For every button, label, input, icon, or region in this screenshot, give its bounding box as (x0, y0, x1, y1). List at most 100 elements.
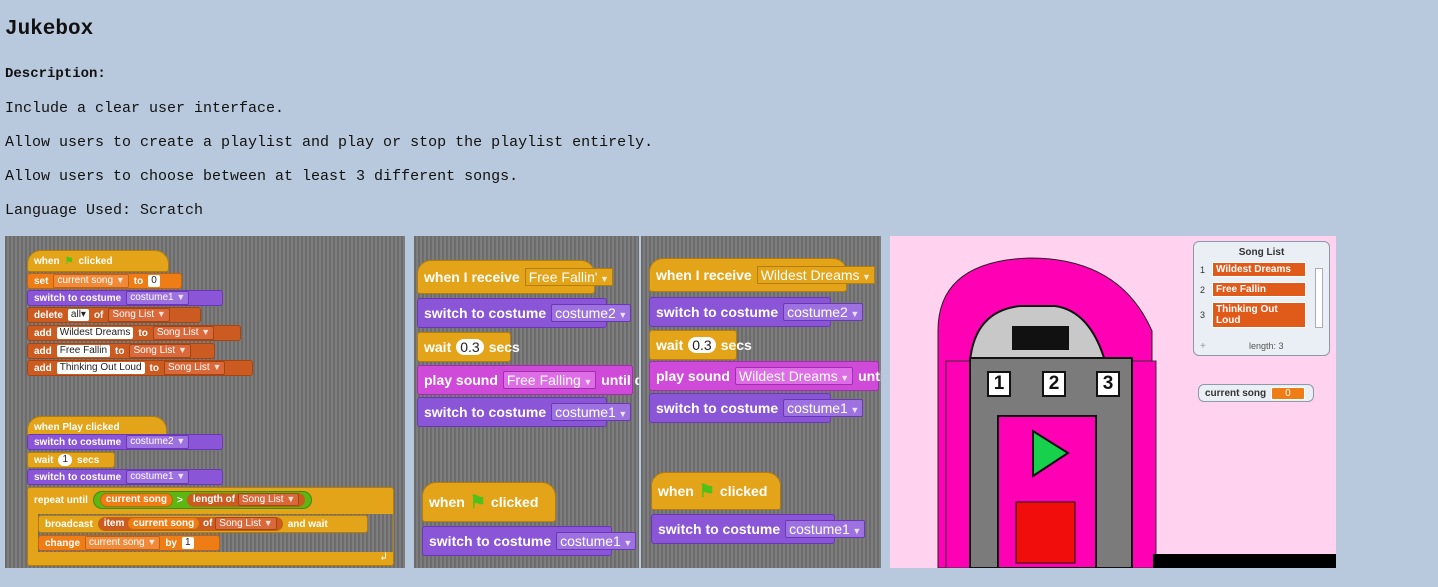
wait-block[interactable]: wait 0.3 secs (649, 330, 752, 360)
switch-costume-block[interactable]: switch to costume costume1 ▼ (27, 290, 223, 306)
variable-dropdown[interactable]: current song ▼ (85, 536, 161, 550)
when-label: when (658, 483, 694, 499)
add-to-list-block-2[interactable]: add Free Fallin to Song List ▼ (27, 343, 215, 359)
greater-than-operator[interactable]: current song > length of Song List ▼ (92, 491, 313, 509)
switch-label: switch to costume (424, 404, 547, 420)
monitor-label: current song (1205, 387, 1267, 399)
stage-shadow (1153, 554, 1336, 568)
switch-costume-block[interactable]: switch to costume costume1 ▼ (422, 526, 637, 556)
switch-costume-block[interactable]: switch to costume costume1 ▼ (27, 469, 223, 485)
to-label: to (133, 275, 144, 287)
play-sound-label: play sound (424, 372, 498, 388)
wait-block[interactable]: wait 0.3 secs (417, 332, 520, 362)
add-item-icon[interactable]: + (1200, 341, 1206, 352)
costume-dropdown[interactable]: costume1 ▼ (551, 402, 632, 422)
length-of-reporter[interactable]: length of Song List ▼ (186, 493, 306, 507)
message-dropdown[interactable]: Wildest Dreams ▼ (756, 265, 875, 285)
until-done-label: until done (858, 368, 881, 384)
switch-label: switch to costume (34, 436, 122, 448)
repeat-label: repeat until (34, 494, 88, 506)
list-dropdown[interactable]: Song List ▼ (108, 308, 170, 322)
when-i-receive-hat[interactable]: when I receive Wildest Dreams ▼ (649, 258, 875, 292)
change-label: change (45, 537, 81, 549)
item-input[interactable]: Thinking Out Loud (56, 362, 145, 374)
list-item[interactable]: 3 Thinking Out Loud (1200, 302, 1320, 332)
secs-label: secs (720, 337, 752, 353)
seconds-input[interactable]: 0.3 (456, 338, 484, 356)
clicked-label: clicked (719, 483, 768, 499)
when-i-receive-hat[interactable]: when I receive Free Fallin' ▼ (417, 260, 613, 294)
add-to-list-block-3[interactable]: add Thinking Out Loud to Song List ▼ (27, 360, 253, 376)
song-button-2[interactable]: 2 (1042, 371, 1066, 397)
page-title: Jukebox (5, 18, 94, 41)
delete-dropdown[interactable]: all▾ (67, 309, 89, 321)
add-label: add (34, 345, 52, 357)
costume-dropdown[interactable]: costume1 ▼ (785, 519, 866, 539)
switch-label: switch to costume (34, 471, 122, 483)
switch-costume-block[interactable]: switch to costume costume2 ▼ (649, 297, 864, 327)
value-input[interactable]: 0 (148, 275, 160, 287)
play-sound-until-done-block[interactable]: play sound Free Falling ▼ until done (417, 365, 639, 395)
to-label: to (115, 345, 125, 357)
switch-costume-block[interactable]: switch to costume costume1 ▼ (651, 514, 866, 544)
list-scrollbar[interactable] (1315, 268, 1323, 328)
switch-costume-block[interactable]: switch to costume costume2 ▼ (27, 434, 223, 450)
song-button-3[interactable]: 3 (1096, 371, 1120, 397)
costume-dropdown[interactable]: costume1 ▼ (556, 531, 637, 551)
costume-dropdown[interactable]: costume2 ▼ (126, 435, 190, 449)
item-input[interactable]: Wildest Dreams (56, 327, 134, 339)
when-i-receive-label: when I receive (424, 269, 520, 285)
script-panel-main: when ⚑ clicked set current song ▼ to 0 s… (5, 236, 405, 568)
item-input[interactable]: Free Fallin (56, 345, 111, 357)
seconds-input[interactable]: 0.3 (688, 336, 716, 354)
set-variable-block[interactable]: set current song ▼ to 0 (27, 273, 182, 289)
switch-costume-block[interactable]: switch to costume costume1 ▼ (649, 393, 864, 423)
monitor-value: 0 (1271, 386, 1305, 400)
list-item[interactable]: 1 Wildest Dreams (1200, 262, 1320, 280)
list-dropdown[interactable]: Song List ▼ (152, 326, 215, 340)
wait-block[interactable]: wait 1 secs (27, 452, 115, 468)
broadcast-and-wait-block[interactable]: broadcast item current song of Song List… (38, 515, 368, 533)
delete-list-block[interactable]: delete all▾ of Song List ▼ (27, 307, 201, 323)
greater-than-symbol: > (177, 494, 183, 506)
change-variable-block[interactable]: change current song ▼ by 1 (38, 535, 220, 551)
sound-dropdown[interactable]: Wildest Dreams ▼ (734, 366, 854, 386)
when-flag-clicked-hat[interactable]: when ⚑ clicked (422, 482, 556, 522)
switch-costume-block[interactable]: switch to costume costume1 ▼ (417, 397, 632, 427)
variable-dropdown[interactable]: current song ▼ (53, 274, 129, 288)
add-to-list-block-1[interactable]: add Wildest Dreams to Song List ▼ (27, 325, 241, 341)
list-dropdown[interactable]: Song List ▼ (129, 344, 191, 358)
and-wait-label: and wait (287, 518, 328, 530)
description-line-1: Include a clear user interface. (5, 100, 285, 117)
list-item[interactable]: 2 Free Fallin (1200, 282, 1320, 300)
list-dropdown[interactable]: Song List ▼ (163, 361, 226, 375)
current-song-reporter[interactable]: current song (99, 493, 174, 507)
sound-dropdown[interactable]: Free Falling ▼ (502, 370, 597, 390)
current-song-monitor[interactable]: current song 0 (1198, 384, 1314, 402)
value-input[interactable]: 1 (181, 537, 194, 549)
to-label: to (138, 327, 148, 339)
costume-dropdown[interactable]: costume1 ▼ (783, 398, 864, 418)
switch-label: switch to costume (656, 304, 779, 320)
when-play-clicked-label: when Play clicked (34, 421, 120, 433)
switch-costume-block[interactable]: switch to costume costume2 ▼ (417, 298, 632, 328)
costume-dropdown[interactable]: costume2 ▼ (551, 303, 632, 323)
switch-label: switch to costume (658, 521, 781, 537)
song-button-1[interactable]: 1 (987, 371, 1011, 397)
message-dropdown[interactable]: Free Fallin' ▼ (524, 267, 613, 287)
when-flag-clicked-hat[interactable]: when ⚑ clicked (651, 472, 781, 510)
when-flag-clicked-hat[interactable]: when ⚑ clicked (27, 250, 169, 272)
costume-dropdown[interactable]: costume1 ▼ (126, 470, 190, 484)
list-title: Song List (1238, 247, 1285, 258)
stage[interactable]: 1 2 3 Song List 1 Wildest Dreams 2 Free Fa… (890, 236, 1336, 568)
song-list-monitor[interactable]: Song List 1 Wildest Dreams 2 Free Fallin 3… (1193, 241, 1330, 356)
item-of-list-reporter[interactable]: item current song of Song List ▼ (97, 517, 283, 531)
costume-dropdown[interactable]: costume1 ▼ (126, 291, 190, 305)
play-sound-until-done-block[interactable]: play sound Wildest Dreams ▼ until done (649, 361, 881, 391)
repeat-header: repeat until current song > length of So… (28, 490, 318, 510)
seconds-input[interactable]: 1 (58, 454, 73, 466)
repeat-until-block[interactable]: repeat until current song > length of So… (27, 487, 394, 566)
when-label: when (34, 255, 60, 267)
description-line-3: Allow users to choose between at least 3… (5, 168, 519, 185)
costume-dropdown[interactable]: costume2 ▼ (783, 302, 864, 322)
